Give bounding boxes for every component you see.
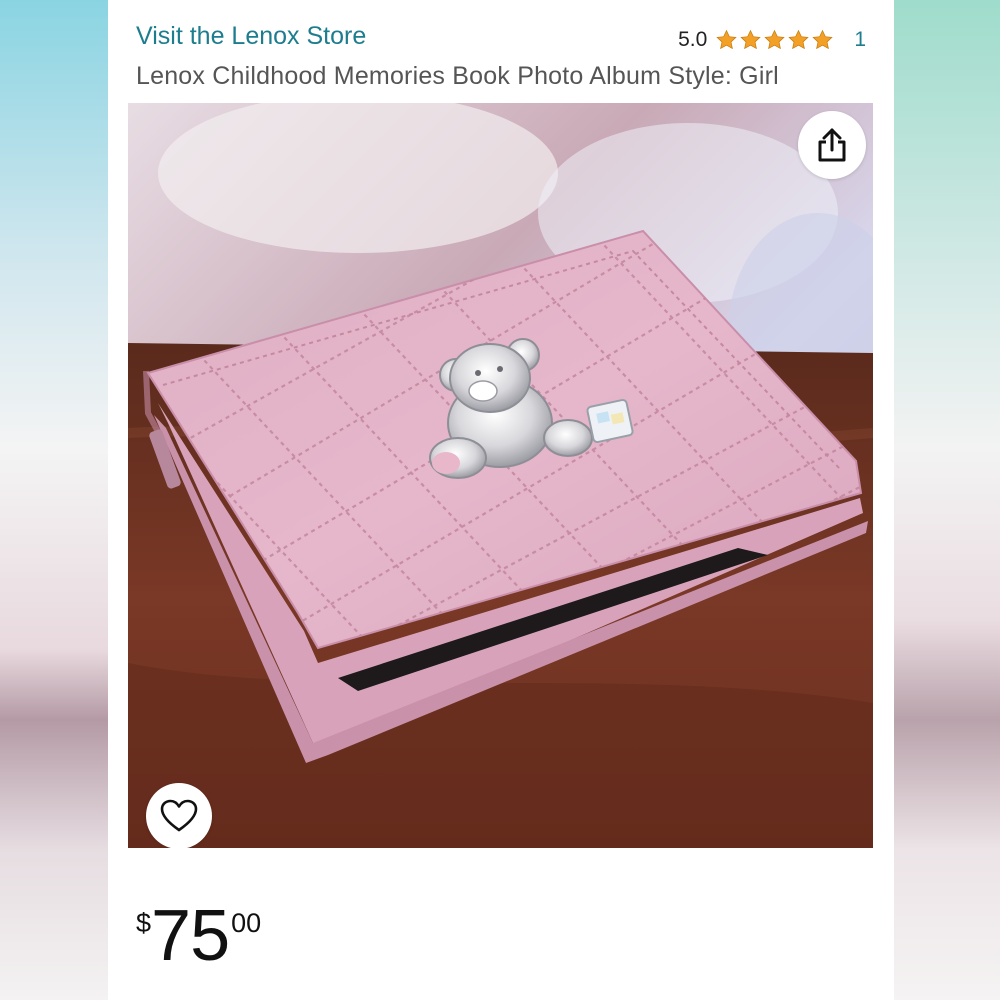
star-icon — [764, 29, 785, 50]
photo-album-illustration — [128, 103, 873, 848]
star-icon — [716, 29, 737, 50]
rating-value: 5.0 — [678, 28, 708, 51]
share-button[interactable] — [798, 111, 866, 179]
price-whole: 75 — [151, 896, 230, 976]
background-right-panel — [892, 0, 1000, 1000]
star-icon — [812, 29, 833, 50]
product-title: Lenox Childhood Memories Book Photo Albu… — [136, 62, 779, 90]
star-icon — [788, 29, 809, 50]
price-currency-symbol: $ — [136, 908, 152, 938]
favorite-button[interactable] — [146, 783, 212, 848]
star-icon — [740, 29, 761, 50]
price: $ 75 00 — [136, 900, 261, 972]
rating-stars — [715, 29, 834, 51]
price-fraction: 00 — [231, 908, 262, 938]
product-card: Visit the Lenox Store 5.0 1 Lenox Childh… — [108, 0, 894, 1000]
heart-icon — [160, 799, 198, 832]
rating-count[interactable]: 1 — [854, 28, 866, 52]
background-left-panel — [0, 0, 108, 1000]
store-link[interactable]: Visit the Lenox Store — [136, 22, 366, 51]
product-image[interactable] — [128, 103, 873, 848]
share-icon — [818, 128, 846, 162]
rating-summary[interactable]: 5.0 1 — [678, 28, 866, 52]
